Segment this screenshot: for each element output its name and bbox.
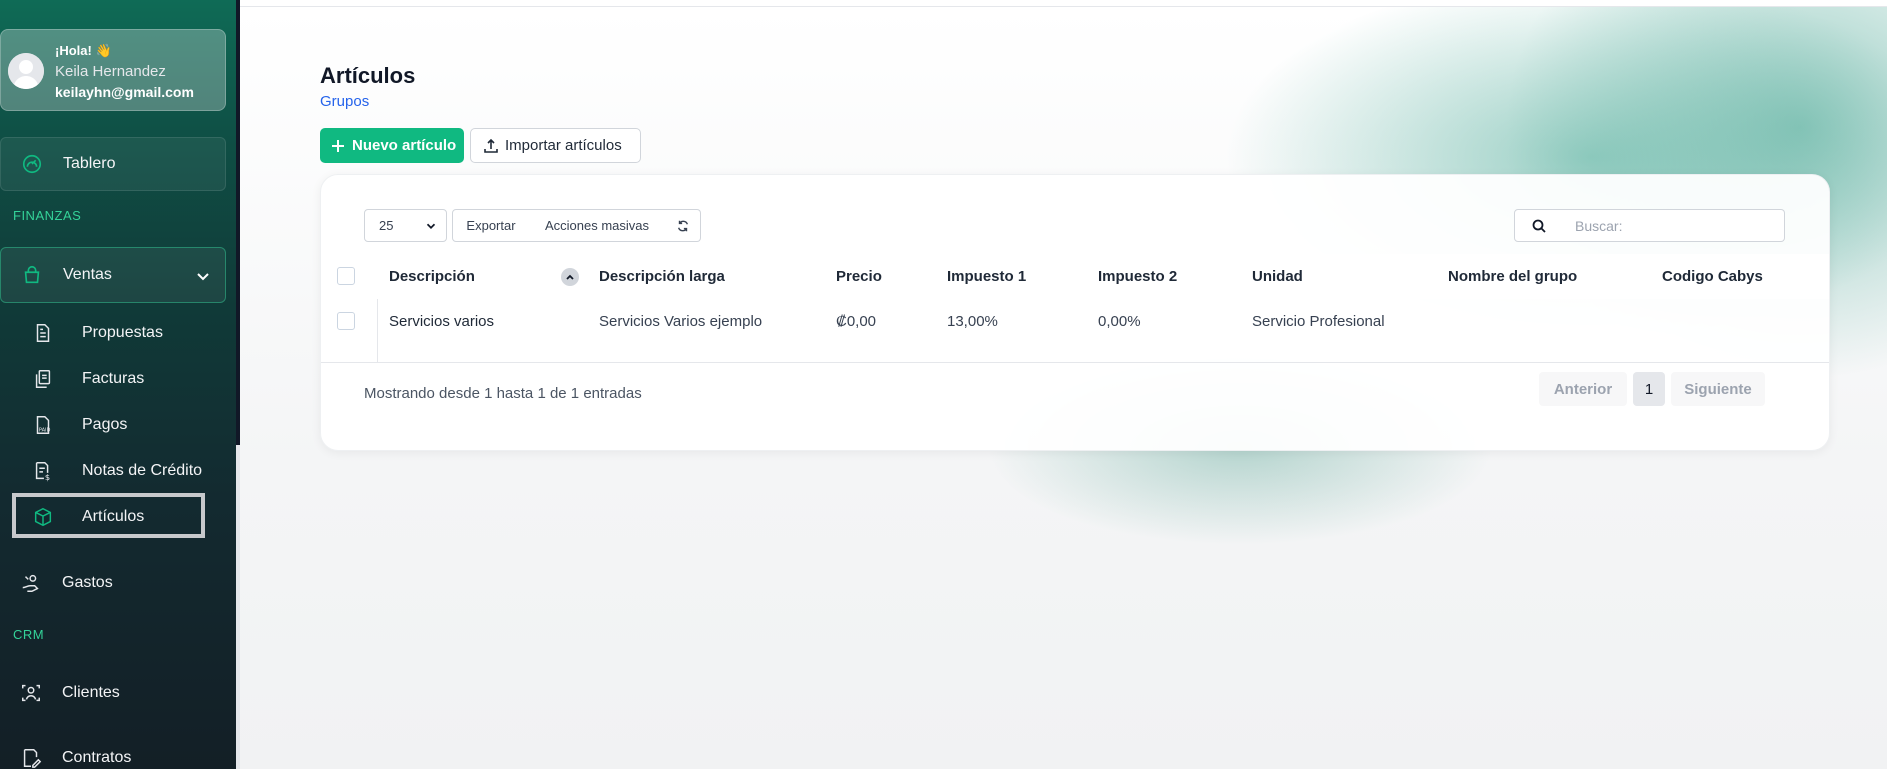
greeting: ¡Hola! 👋	[55, 43, 112, 58]
bulk-actions-button[interactable]: Acciones masivas	[529, 209, 666, 242]
cell-unit: Servicio Profesional	[1252, 313, 1385, 330]
table-header: Descripción Descripción larga Precio Imp…	[321, 254, 1829, 299]
sidebar-item-label: Pagos	[82, 416, 128, 433]
page-size-value: 25	[379, 218, 394, 233]
sidebar-item-label: Clientes	[62, 684, 120, 701]
sidebar-item-label: Tablero	[63, 155, 116, 172]
refresh-button[interactable]	[665, 209, 701, 242]
invoice-icon	[32, 368, 54, 390]
expenses-icon	[20, 572, 42, 594]
cell-tax-1: 13,00%	[947, 313, 998, 330]
cell-price: ₡0,00	[836, 313, 877, 330]
groups-link[interactable]: Grupos	[320, 93, 369, 110]
search-icon	[1532, 219, 1546, 233]
table-info: Mostrando desde 1 hasta 1 de 1 entradas	[364, 385, 642, 402]
sidebar-item-sales[interactable]: Ventas	[0, 247, 226, 303]
chevron-down-icon	[197, 273, 209, 281]
page-title: Artículos	[320, 63, 416, 88]
main-content: Artículos Grupos Nuevo artículo Importar…	[240, 7, 1887, 769]
pagination-previous[interactable]: Anterior	[1539, 372, 1627, 406]
sidebar-item-label: Notas de Crédito	[82, 462, 203, 479]
sidebar-item-label: Ventas	[63, 266, 112, 283]
column-header-price[interactable]: Precio	[836, 268, 882, 285]
sidebar-item-contracts[interactable]: Contratos	[0, 738, 236, 769]
new-article-button[interactable]: Nuevo artículo	[320, 128, 464, 163]
sidebar: ¡Hola! 👋 Keila Hernandez keilayhn@gmail.…	[0, 0, 236, 769]
upload-icon	[484, 138, 498, 153]
column-header-unit[interactable]: Unidad	[1252, 268, 1303, 285]
column-header-tax-1[interactable]: Impuesto 1	[947, 268, 1026, 285]
section-label-crm: CRM	[13, 627, 45, 642]
plus-icon	[332, 139, 344, 152]
sidebar-item-label: Facturas	[82, 370, 145, 387]
export-label: Exportar	[466, 218, 516, 233]
sidebar-item-label: Gastos	[62, 574, 113, 591]
pagination-next[interactable]: Siguiente	[1671, 372, 1765, 406]
box-icon	[32, 506, 54, 528]
sidebar-item-credit-notes[interactable]: $ Notas de Crédito	[0, 451, 236, 491]
cell-long-description: Servicios Varios ejemplo	[599, 313, 763, 330]
gauge-icon	[21, 153, 43, 175]
sidebar-item-proposals[interactable]: Propuestas	[0, 313, 236, 353]
sidebar-item-label: Contratos	[62, 749, 132, 766]
pagination-page-1[interactable]: 1	[1633, 372, 1665, 406]
column-header-long-description[interactable]: Descripción larga	[599, 268, 725, 285]
chevron-down-icon	[426, 223, 436, 229]
cell-description[interactable]: Servicios varios	[389, 313, 494, 330]
table-row: Servicios varios Servicios Varios ejempl…	[321, 299, 1829, 363]
sidebar-item-invoices[interactable]: Facturas	[0, 359, 236, 399]
sidebar-item-label: Artículos	[82, 508, 145, 525]
svg-text:$: $	[45, 472, 50, 482]
cell-tax-2: 0,00%	[1098, 313, 1141, 330]
sidebar-item-articles[interactable]: Artículos	[0, 497, 236, 537]
sidebar-item-payments[interactable]: PAID Pagos	[0, 405, 236, 445]
user-name: Keila Hernandez	[55, 63, 166, 80]
avatar	[8, 53, 44, 89]
user-profile-card[interactable]: ¡Hola! 👋 Keila Hernandez keilayhn@gmail.…	[0, 29, 226, 111]
contract-icon	[20, 747, 42, 769]
column-header-description[interactable]: Descripción	[389, 268, 475, 285]
bulk-actions-label: Acciones masivas	[544, 218, 650, 233]
column-header-group-name[interactable]: Nombre del grupo	[1448, 268, 1577, 285]
credit-note-icon: $	[32, 460, 54, 482]
proposal-icon	[32, 322, 54, 344]
column-header-tax-2[interactable]: Impuesto 2	[1098, 268, 1177, 285]
shopping-bag-icon	[21, 264, 43, 286]
export-button[interactable]: Exportar	[452, 209, 530, 242]
search-button[interactable]	[1514, 209, 1564, 242]
column-header-cabys-code[interactable]: Codigo Cabys	[1662, 268, 1763, 285]
sidebar-item-dashboard[interactable]: Tablero	[0, 137, 226, 191]
import-articles-label: Importar artículos	[505, 137, 622, 154]
articles-table-card: 25 Exportar Acciones masivas Descripción…	[320, 174, 1830, 451]
refresh-icon	[677, 220, 688, 231]
new-article-label: Nuevo artículo	[352, 137, 457, 154]
section-label-finance: FINANZAS	[13, 208, 82, 223]
column-separator	[377, 299, 378, 363]
users-icon	[20, 682, 42, 704]
svg-text:PAID: PAID	[39, 427, 51, 433]
user-email: keilayhn@gmail.com	[55, 84, 194, 100]
sidebar-item-clients[interactable]: Clientes	[0, 673, 236, 713]
import-articles-button[interactable]: Importar artículos	[470, 128, 641, 163]
search-input[interactable]	[1563, 209, 1785, 242]
select-all-checkbox[interactable]	[337, 267, 355, 285]
paid-icon: PAID	[32, 414, 54, 436]
sort-ascending-icon[interactable]	[561, 268, 579, 286]
row-checkbox[interactable]	[337, 312, 355, 330]
sidebar-item-label: Propuestas	[82, 324, 163, 341]
sidebar-item-expenses[interactable]: Gastos	[0, 563, 236, 603]
top-bar	[240, 0, 1887, 7]
page-size-select[interactable]: 25	[364, 209, 447, 242]
